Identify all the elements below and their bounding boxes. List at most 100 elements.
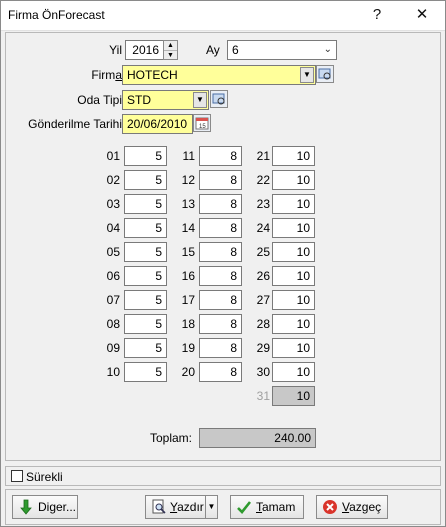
surekli-checkbox[interactable] <box>11 470 23 482</box>
yil-spinner[interactable]: ▲ ▼ <box>163 40 178 60</box>
day-label-03: 03 <box>106 197 120 211</box>
diger-button-label: Diger... <box>38 500 77 514</box>
day-label-19: 19 <box>181 341 195 355</box>
toplam-value: 240.00 <box>199 428 316 448</box>
surekli-strip: Sürekli <box>5 466 441 486</box>
diger-button[interactable]: Diger... <box>12 495 78 519</box>
tamam-rest: amam <box>262 500 296 514</box>
day-input-15[interactable]: 8 <box>199 242 242 262</box>
day-input-28[interactable]: 10 <box>272 314 315 334</box>
day-input-08[interactable]: 5 <box>124 314 167 334</box>
day-input-27[interactable]: 10 <box>272 290 315 310</box>
yazdir-rest: azdır <box>177 500 204 514</box>
oda-tipi-dropdown-button[interactable]: ▼ <box>193 92 207 108</box>
day-input-18[interactable]: 8 <box>199 314 242 334</box>
day-label-26: 26 <box>256 269 270 283</box>
lookup-icon <box>212 93 225 105</box>
day-input-25[interactable]: 10 <box>272 242 315 262</box>
vazgec-button[interactable]: Vazgeç <box>316 495 388 519</box>
day-label-24: 24 <box>256 221 270 235</box>
chevron-down-icon: ⌄ <box>323 44 332 55</box>
day-label-02: 02 <box>106 173 120 187</box>
ay-select[interactable]: 6 ⌄ <box>227 40 337 60</box>
day-label-21: 21 <box>256 149 270 163</box>
yil-input[interactable]: 2016 <box>125 40 164 60</box>
ay-label: Ay <box>206 43 220 57</box>
yil-label: Yil <box>109 43 122 57</box>
spin-down-icon[interactable]: ▼ <box>164 50 177 59</box>
day-label-17: 17 <box>181 293 195 307</box>
day-label-11: 11 <box>182 149 195 163</box>
day-input-11[interactable]: 8 <box>199 146 242 166</box>
day-label-27: 27 <box>256 293 270 307</box>
day-input-14[interactable]: 8 <box>199 218 242 238</box>
day-input-24[interactable]: 10 <box>272 218 315 238</box>
lookup-icon <box>318 68 331 80</box>
arrow-down-icon <box>20 499 32 515</box>
tamam-button[interactable]: Tamam <box>230 495 304 519</box>
window-title: Firma ÖnForecast <box>8 8 105 22</box>
day-input-04[interactable]: 5 <box>124 218 167 238</box>
day-label-05: 05 <box>106 245 120 259</box>
day-label-06: 06 <box>106 269 120 283</box>
yazdir-dropdown-button[interactable]: ▼ <box>205 495 218 519</box>
print-preview-icon <box>152 499 166 514</box>
day-input-03[interactable]: 5 <box>124 194 167 214</box>
day-input-06[interactable]: 5 <box>124 266 167 286</box>
surekli-label: Sürekli <box>26 470 63 484</box>
svg-text:15: 15 <box>199 124 206 130</box>
day-input-30[interactable]: 10 <box>272 362 315 382</box>
day-label-15: 15 <box>181 245 195 259</box>
firma-input[interactable]: HOTECH <box>122 65 316 85</box>
day-input-21[interactable]: 10 <box>272 146 315 166</box>
firma-label-accel: a <box>115 68 122 82</box>
spin-up-icon[interactable]: ▲ <box>164 41 177 50</box>
close-button[interactable]: ✕ <box>404 3 440 27</box>
yazdir-button[interactable]: Yazdır <box>145 495 206 519</box>
dialog-window: Firma ÖnForecast ? ✕ Yil 2016 ▲ ▼ Ay 6 ⌄… <box>0 0 446 527</box>
ay-select-value: 6 <box>232 43 239 57</box>
help-button[interactable]: ? <box>359 3 395 27</box>
day-input-16[interactable]: 8 <box>199 266 242 286</box>
oda-tipi-lookup-button[interactable] <box>210 90 228 108</box>
day-input-31: 10 <box>272 386 315 406</box>
day-input-12[interactable]: 8 <box>199 170 242 190</box>
day-label-08: 08 <box>106 317 120 331</box>
day-label-10: 10 <box>106 365 120 379</box>
day-input-05[interactable]: 5 <box>124 242 167 262</box>
toplam-label: Toplam: <box>149 431 192 445</box>
calendar-icon: 15 <box>195 117 209 130</box>
button-bar: Diger... Yazdır ▼ Tamam Vazgeç <box>5 489 441 525</box>
day-input-29[interactable]: 10 <box>272 338 315 358</box>
day-input-17[interactable]: 8 <box>199 290 242 310</box>
calendar-button[interactable]: 15 <box>193 114 211 132</box>
day-input-26[interactable]: 10 <box>272 266 315 286</box>
day-label-12: 12 <box>181 173 195 187</box>
day-input-20[interactable]: 8 <box>199 362 242 382</box>
day-input-10[interactable]: 5 <box>124 362 167 382</box>
day-label-25: 25 <box>256 245 270 259</box>
day-label-09: 09 <box>106 341 120 355</box>
day-input-01[interactable]: 5 <box>124 146 167 166</box>
firma-label: Firma <box>46 68 122 82</box>
day-input-07[interactable]: 5 <box>124 290 167 310</box>
day-label-01: 01 <box>106 149 120 163</box>
day-input-19[interactable]: 8 <box>199 338 242 358</box>
gonderilme-tarihi-label: Gönderilme Tarihi <box>28 117 122 131</box>
firma-lookup-button[interactable] <box>316 65 334 83</box>
day-input-09[interactable]: 5 <box>124 338 167 358</box>
day-input-23[interactable]: 10 <box>272 194 315 214</box>
day-label-13: 13 <box>181 197 195 211</box>
day-label-16: 16 <box>181 269 195 283</box>
gonderilme-tarihi-input[interactable]: 20/06/2010 <box>122 114 193 134</box>
vazgec-button-label: Vazgeç <box>342 496 381 518</box>
day-input-02[interactable]: 5 <box>124 170 167 190</box>
firma-dropdown-button[interactable]: ▼ <box>300 67 314 83</box>
day-input-22[interactable]: 10 <box>272 170 315 190</box>
day-label-29: 29 <box>256 341 270 355</box>
day-input-13[interactable]: 8 <box>199 194 242 214</box>
cancel-icon <box>323 500 337 514</box>
day-label-18: 18 <box>181 317 195 331</box>
day-label-14: 14 <box>181 221 195 235</box>
form-panel: Yil 2016 ▲ ▼ Ay 6 ⌄ Firma HOTECH ▼ Oda T… <box>5 32 441 461</box>
